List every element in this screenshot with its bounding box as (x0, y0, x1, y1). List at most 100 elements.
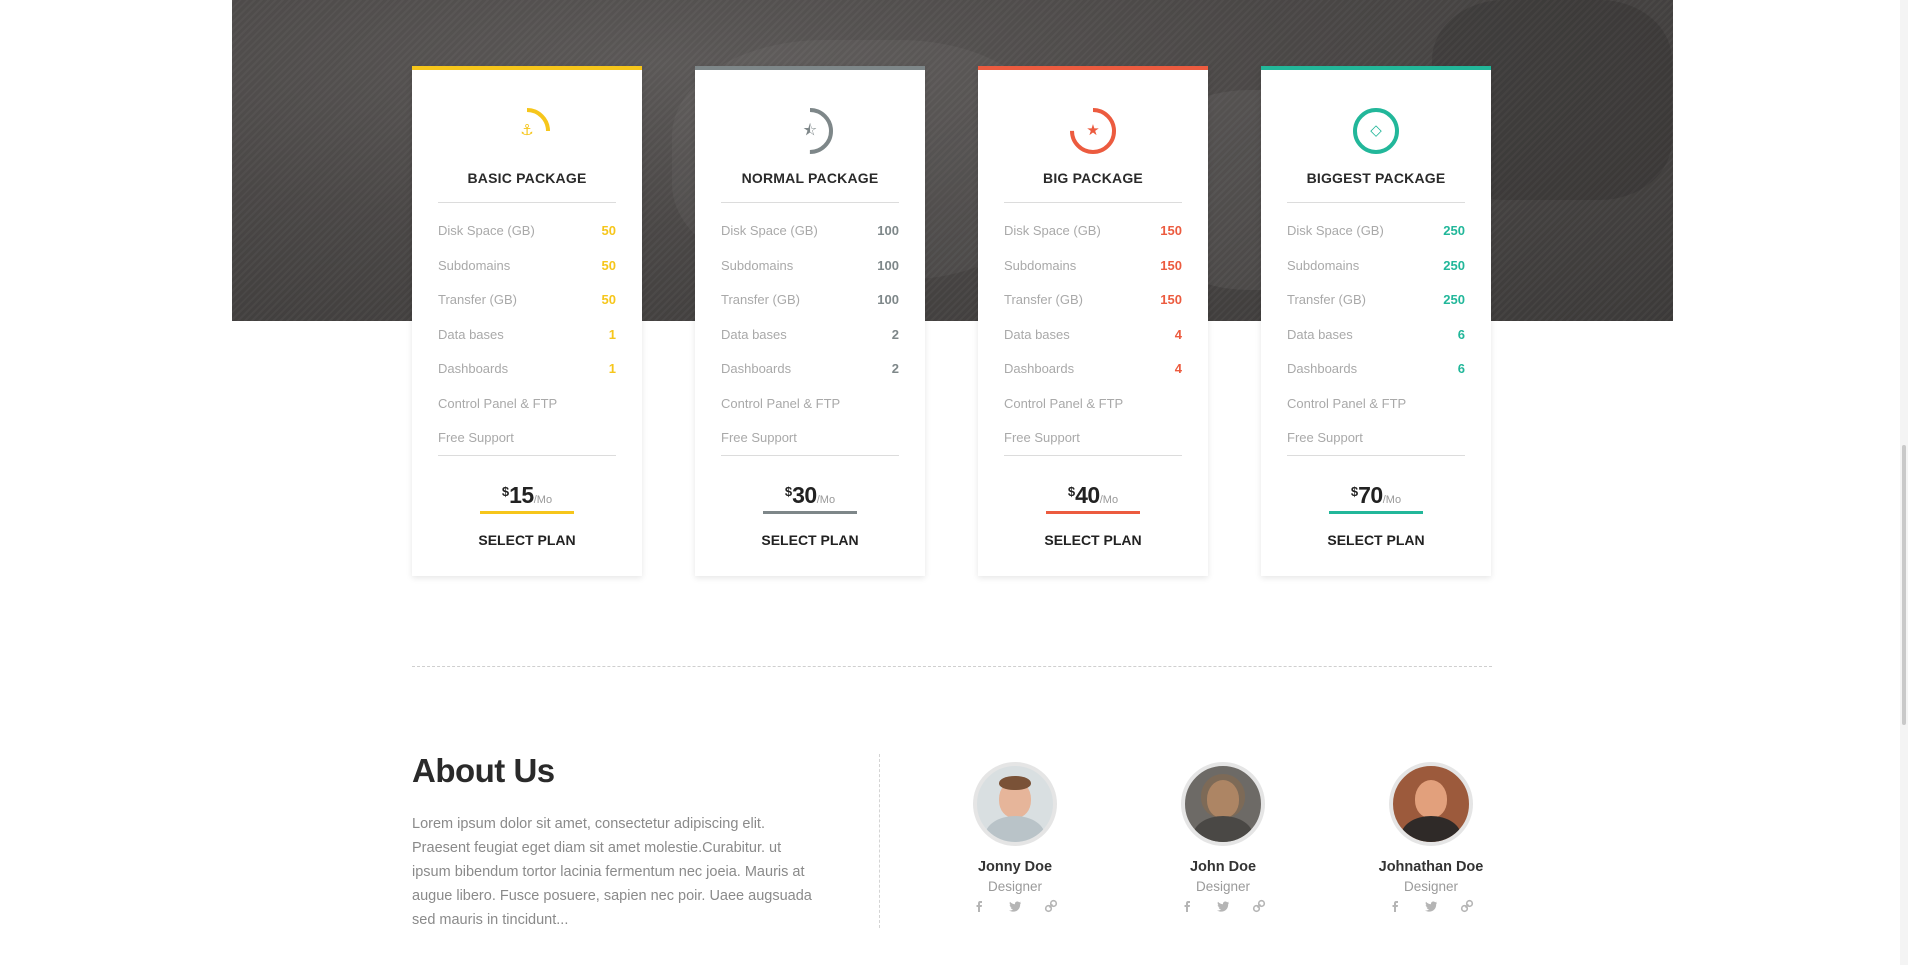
feature-label: Transfer (GB) (1004, 292, 1083, 307)
feature-row: Disk Space (GB) 250 (1287, 214, 1465, 249)
feature-row: Free Support (721, 421, 899, 456)
feature-row: Control Panel & FTP (721, 387, 899, 422)
feature-value: 100 (877, 257, 899, 273)
feature-list: Disk Space (GB) 50 Subdomains 50 Transfer … (438, 214, 616, 456)
feature-row: Free Support (1004, 421, 1182, 456)
feature-value: 50 (601, 223, 616, 238)
price-amount: 70 (1358, 482, 1383, 508)
feature-row: Free Support (438, 421, 616, 456)
team-member: John Doe Designer (1128, 762, 1318, 913)
feature-row: Subdomains 150 (1004, 249, 1182, 284)
progress-ring: ◇ (1351, 106, 1401, 156)
page-scrollbar[interactable] (1900, 0, 1908, 965)
feature-value: 100 (877, 292, 899, 307)
facebook-icon[interactable] (1388, 899, 1402, 913)
twitter-icon[interactable] (1424, 899, 1438, 913)
member-role: Designer (1403, 879, 1459, 894)
member-name: Johnathan Doe (1378, 859, 1484, 875)
feature-row: Subdomains 50 (438, 249, 616, 284)
feature-row: Dashboards 2 (721, 352, 899, 387)
facebook-icon[interactable] (1180, 899, 1194, 913)
feature-row: Control Panel & FTP (1004, 387, 1182, 422)
feature-label: Data bases (1287, 326, 1353, 342)
currency-symbol: $ (501, 484, 510, 499)
feature-value: 1 (608, 361, 616, 376)
feature-label: Free Support (1287, 430, 1363, 445)
feature-label: Subdomains (1287, 257, 1360, 273)
feature-label: Transfer (GB) (721, 292, 800, 307)
feature-label: Transfer (GB) (438, 292, 517, 307)
feature-label: Subdomains (721, 257, 794, 273)
feature-row: Transfer (GB) 250 (1287, 283, 1465, 318)
feature-value: 2 (891, 361, 899, 376)
feature-row: Free Support (1287, 421, 1465, 456)
divider (1004, 455, 1182, 456)
scrollbar-thumb[interactable] (1902, 445, 1906, 725)
price-period: /Mo (1382, 494, 1402, 506)
member-name: Jonny Doe (977, 859, 1053, 875)
feature-value: 50 (601, 292, 616, 307)
twitter-icon[interactable] (1216, 899, 1230, 913)
feature-row: Data bases 1 (438, 318, 616, 353)
feature-label: Disk Space (GB) (1004, 223, 1101, 238)
price-tag: $70/Mo (1329, 482, 1423, 514)
member-name: John Doe (1189, 859, 1257, 875)
pricing-card-normal: ⯪ NORMAL PACKAGE Disk Space (GB) 100 Subd… (695, 66, 925, 576)
feature-row: Subdomains 100 (721, 249, 899, 284)
feature-row: Dashboards 6 (1287, 352, 1465, 387)
divider (1004, 202, 1182, 203)
price-tag: $15/Mo (480, 482, 574, 514)
section-divider (412, 666, 1492, 667)
social-links (920, 899, 1110, 913)
price-amount: 15 (509, 482, 534, 508)
feature-value: 150 (1160, 257, 1182, 273)
currency-symbol: $ (784, 484, 793, 499)
link-icon[interactable] (1460, 899, 1474, 913)
pricing-card-biggest: ◇ BIGGEST PACKAGE Disk Space (GB) 250 Sub… (1261, 66, 1491, 576)
feature-row: Transfer (GB) 50 (438, 283, 616, 318)
divider (438, 202, 616, 203)
about-divider (879, 754, 880, 928)
feature-row: Dashboards 4 (1004, 352, 1182, 387)
team-member: Jonny Doe Designer (920, 762, 1110, 913)
feature-label: Subdomains (1004, 257, 1077, 273)
anchor-icon: ⚓ (520, 122, 534, 139)
pricing-card-basic: ⚓ BASIC PACKAGE Disk Space (GB) 50 Subdom… (412, 66, 642, 576)
price-period: /Mo (1099, 494, 1119, 506)
feature-row: Disk Space (GB) 50 (438, 214, 616, 249)
select-plan-button[interactable]: SELECT PLAN (1261, 532, 1491, 548)
feature-value: 250 (1443, 292, 1465, 307)
feature-label: Free Support (1004, 430, 1080, 445)
select-plan-button[interactable]: SELECT PLAN (695, 532, 925, 548)
select-plan-button[interactable]: SELECT PLAN (978, 532, 1208, 548)
facebook-icon[interactable] (972, 899, 986, 913)
feature-row: Control Panel & FTP (1287, 387, 1465, 422)
feature-value: 150 (1160, 223, 1182, 238)
feature-row: Disk Space (GB) 150 (1004, 214, 1182, 249)
select-plan-button[interactable]: SELECT PLAN (412, 532, 642, 548)
feature-value: 250 (1443, 257, 1465, 273)
price-tag: $40/Mo (1046, 482, 1140, 514)
feature-value: 250 (1443, 223, 1465, 238)
feature-row: Data bases 4 (1004, 318, 1182, 353)
feature-label: Free Support (721, 430, 797, 445)
feature-label: Data bases (438, 326, 504, 342)
feature-value: 6 (1457, 361, 1465, 376)
feature-row: Transfer (GB) 150 (1004, 283, 1182, 318)
feature-list: Disk Space (GB) 100 Subdomains 100 Transfe… (721, 214, 899, 456)
feature-label: Dashboards (1287, 361, 1358, 376)
feature-row: Data bases 2 (721, 318, 899, 353)
social-links (1336, 899, 1526, 913)
feature-label: Dashboards (438, 361, 509, 376)
feature-label: Free Support (438, 430, 514, 445)
pricing-card-big: ★ BIG PACKAGE Disk Space (GB) 150 Subdoma… (978, 66, 1208, 576)
link-icon[interactable] (1044, 899, 1058, 913)
avatar (973, 762, 1057, 846)
feature-label: Control Panel & FTP (438, 395, 558, 411)
link-icon[interactable] (1252, 899, 1266, 913)
half-star-icon: ⯪ (802, 122, 818, 139)
divider (1287, 202, 1465, 203)
currency-symbol: $ (1350, 484, 1359, 499)
diamond-icon: ◇ (1370, 122, 1382, 139)
twitter-icon[interactable] (1008, 899, 1022, 913)
